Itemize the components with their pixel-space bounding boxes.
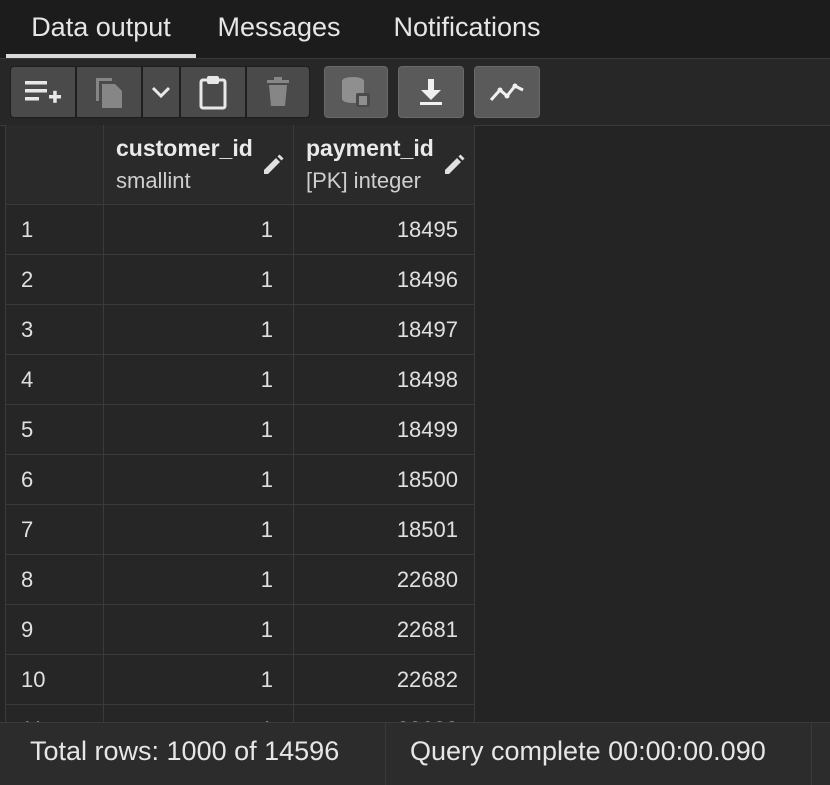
customer-id-cell[interactable]: 1 xyxy=(104,255,294,305)
table-row[interactable]: 1 1 18495 xyxy=(6,205,475,255)
delete-button[interactable] xyxy=(246,66,310,118)
save-data-icon xyxy=(342,77,370,107)
column-type: [PK] integer xyxy=(306,168,421,193)
customer-id-cell[interactable]: 1 xyxy=(104,555,294,605)
table-row[interactable]: 10 1 22682 xyxy=(6,655,475,705)
save-data-button[interactable] xyxy=(324,66,388,118)
payment-id-cell[interactable]: 18499 xyxy=(294,405,475,455)
result-tabs: Data output Messages Notifications xyxy=(0,0,830,59)
data-toolbar xyxy=(0,59,830,126)
pencil-icon[interactable] xyxy=(261,153,285,177)
graph-visualiser-button[interactable] xyxy=(474,66,540,118)
column-name: customer_id xyxy=(116,135,253,161)
row-number[interactable]: 5 xyxy=(6,405,104,455)
pencil-icon[interactable] xyxy=(442,153,466,177)
tab-notifications[interactable]: Notifications xyxy=(368,0,566,58)
download-icon xyxy=(420,79,442,105)
total-rows-status: Total rows: 1000 of 14596 xyxy=(6,723,386,785)
delete-icon xyxy=(267,77,289,106)
chevron-down-icon xyxy=(151,86,171,99)
copy-options-dropdown[interactable] xyxy=(142,66,180,118)
download-button[interactable] xyxy=(398,66,464,118)
status-bar: Total rows: 1000 of 14596 Query complete… xyxy=(0,722,830,785)
table-row[interactable]: 4 1 18498 xyxy=(6,355,475,405)
row-number[interactable]: 4 xyxy=(6,355,104,405)
copy-button[interactable] xyxy=(76,66,142,118)
customer-id-cell[interactable]: 1 xyxy=(104,455,294,505)
row-number[interactable]: 7 xyxy=(6,505,104,555)
add-row-button[interactable] xyxy=(10,66,76,118)
query-status: Query complete 00:00:00.090 xyxy=(386,723,812,785)
paste-icon xyxy=(199,76,227,110)
row-number[interactable]: 10 xyxy=(6,655,104,705)
row-number[interactable]: 8 xyxy=(6,555,104,605)
row-number[interactable]: 9 xyxy=(6,605,104,655)
row-number[interactable]: 3 xyxy=(6,305,104,355)
customer-id-cell[interactable]: 1 xyxy=(104,705,294,722)
payment-id-cell[interactable]: 18495 xyxy=(294,205,475,255)
payment-id-cell[interactable]: 22682 xyxy=(294,655,475,705)
row-number[interactable]: 6 xyxy=(6,455,104,505)
table-row[interactable]: 5 1 18499 xyxy=(6,405,475,455)
tab-messages[interactable]: Messages xyxy=(198,0,360,58)
copy-icon xyxy=(96,78,122,108)
payment-id-cell[interactable]: 18496 xyxy=(294,255,475,305)
table-row[interactable]: 8 1 22680 xyxy=(6,555,475,605)
table-row[interactable]: 3 1 18497 xyxy=(6,305,475,355)
payment-id-cell[interactable]: 18501 xyxy=(294,505,475,555)
row-number[interactable]: 11 xyxy=(6,705,104,722)
row-number[interactable]: 2 xyxy=(6,255,104,305)
row-number-header xyxy=(6,125,104,205)
payment-id-cell[interactable]: 22680 xyxy=(294,555,475,605)
customer-id-cell[interactable]: 1 xyxy=(104,355,294,405)
row-number[interactable]: 1 xyxy=(6,205,104,255)
paste-button[interactable] xyxy=(180,66,246,118)
customer-id-cell[interactable]: 1 xyxy=(104,605,294,655)
payment-id-cell[interactable]: 18498 xyxy=(294,355,475,405)
customer-id-cell[interactable]: 1 xyxy=(104,655,294,705)
column-type: smallint xyxy=(116,168,191,193)
payment-id-cell[interactable]: 18500 xyxy=(294,455,475,505)
customer-id-cell[interactable]: 1 xyxy=(104,505,294,555)
column-name: payment_id xyxy=(306,135,434,161)
column-header-customer-id[interactable]: customer_id smallint xyxy=(104,125,294,205)
payment-id-cell[interactable]: 22681 xyxy=(294,605,475,655)
table-row[interactable]: 2 1 18496 xyxy=(6,255,475,305)
tab-data-output[interactable]: Data output xyxy=(6,0,196,58)
payment-id-cell[interactable]: 18497 xyxy=(294,305,475,355)
add-row-icon xyxy=(25,81,61,103)
data-grid: customer_id smallint payment_id [PK] int… xyxy=(5,125,475,722)
payment-id-cell[interactable]: 22683 xyxy=(294,705,475,722)
customer-id-cell[interactable]: 1 xyxy=(104,305,294,355)
customer-id-cell[interactable]: 1 xyxy=(104,405,294,455)
graph-icon xyxy=(489,83,524,102)
table-row[interactable]: 11 1 22683 xyxy=(6,705,475,722)
customer-id-cell[interactable]: 1 xyxy=(104,205,294,255)
table-row[interactable]: 6 1 18500 xyxy=(6,455,475,505)
table-row[interactable]: 7 1 18501 xyxy=(6,505,475,555)
table-row[interactable]: 9 1 22681 xyxy=(6,605,475,655)
column-header-payment-id[interactable]: payment_id [PK] integer xyxy=(294,125,475,205)
